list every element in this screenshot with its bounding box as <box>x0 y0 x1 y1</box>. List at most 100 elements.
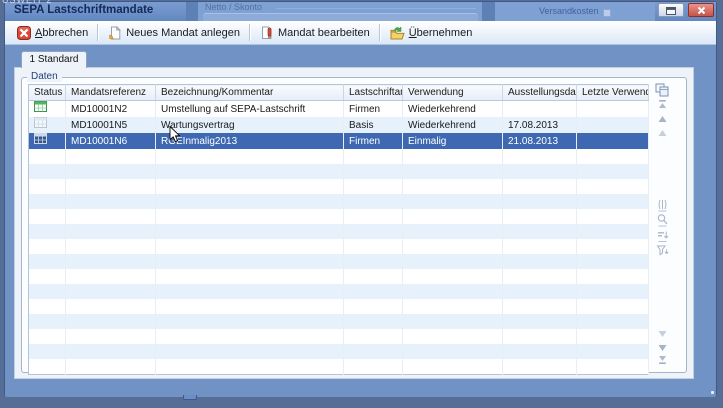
background-window-divider <box>482 2 495 21</box>
column-header-letzte-verwendung[interactable]: Letzte Verwendung <box>577 85 649 101</box>
table-row-empty <box>29 179 649 194</box>
close-icon <box>697 3 706 18</box>
table-cell-mandatsreferenz <box>66 194 156 209</box>
table-cell-lastschriftart: Basis <box>344 117 403 133</box>
table-cell-mandatsreferenz <box>66 284 156 299</box>
table-cell-ausstellungsdatum <box>503 269 577 284</box>
table-cell-ausstellungsdatum <box>503 314 577 329</box>
sort-button[interactable] <box>652 230 672 244</box>
search-button[interactable] <box>652 214 672 228</box>
table-cell-verwendung <box>403 329 503 344</box>
table-cell-bezeichnung <box>156 254 344 269</box>
table-cell-lastschriftart <box>344 344 403 359</box>
column-header-ausstellungsdatum[interactable]: Ausstellungsdatum <box>503 85 577 101</box>
row-up-button[interactable] <box>652 112 672 126</box>
table-cell-ausstellungsdatum <box>503 329 577 344</box>
table-cell-letzte_verwendung <box>577 117 649 133</box>
restore-icon <box>666 3 676 18</box>
resize-grip[interactable] <box>711 391 714 394</box>
column-header-lastschriftart[interactable]: Lastschriftart <box>344 85 403 101</box>
table-cell-verwendung <box>403 164 503 179</box>
table-cell-status <box>29 209 66 224</box>
table-cell-bezeichnung <box>156 164 344 179</box>
column-header-mandatsreferenz[interactable]: Mandatsreferenz <box>66 85 156 101</box>
table-cell-bezeichnung <box>156 329 344 344</box>
filter-button[interactable] <box>652 245 672 259</box>
table-cell-lastschriftart <box>344 224 403 239</box>
table-cell-ausstellungsdatum <box>503 149 577 164</box>
table-cell-verwendung <box>403 314 503 329</box>
table-cell-letzte_verwendung <box>577 164 649 179</box>
table-cell-ausstellungsdatum <box>503 194 577 209</box>
table-cell-verwendung: Wiederkehrend <box>403 101 503 118</box>
table-cell-mandatsreferenz: MD10001N2 <box>66 101 156 118</box>
table-row-empty <box>29 254 649 269</box>
tab-1-standard[interactable]: 1 Standard <box>21 51 87 68</box>
table-cell-ausstellungsdatum <box>503 359 577 375</box>
table-cell-mandatsreferenz <box>66 344 156 359</box>
table-cell-status <box>29 314 66 329</box>
table-row[interactable]: MD10001N6RGEInmalig2013FirmenEinmalig21.… <box>29 133 649 149</box>
table-cell-bezeichnung <box>156 179 344 194</box>
table-row[interactable]: MD10001N5WartungsvertragBasisWiederkehre… <box>29 117 649 133</box>
fit-columns-button[interactable] <box>652 199 672 213</box>
table-cell-mandatsreferenz <box>66 224 156 239</box>
column-header-status[interactable]: Status <box>29 85 66 101</box>
toolbar-button-neues-mandat-anlegen[interactable]: Neues Mandat anlegen <box>102 23 246 42</box>
table-cell-bezeichnung <box>156 314 344 329</box>
table-cell-status <box>29 299 66 314</box>
screen: USWEIT 2 SEPA Lastschriftmandate Netto /… <box>0 0 723 408</box>
toolbar-button-abbrechen[interactable]: Abbrechen <box>11 23 94 42</box>
table-cell-lastschriftart <box>344 239 403 254</box>
table-row-empty <box>29 194 649 209</box>
table-cell-ausstellungsdatum <box>503 239 577 254</box>
table-cell-letzte_verwendung <box>577 149 649 164</box>
table-cell-mandatsreferenz <box>66 149 156 164</box>
table-cell-mandatsreferenz <box>66 359 156 375</box>
table-row-empty <box>29 359 649 375</box>
table-body: MD10001N2Umstellung auf SEPA-Lastschrift… <box>29 101 649 375</box>
table-cell-lastschriftart <box>344 164 403 179</box>
column-header-bezeichnung-kommentar[interactable]: Bezeichnung/Kommentar <box>156 85 344 101</box>
table-cell-status <box>29 133 66 149</box>
background-label-text: Versandkosten <box>539 6 599 16</box>
toolbar-button-mandat-bearbeiten[interactable]: Mandat bearbeiten <box>254 23 376 42</box>
table-cell-verwendung <box>403 359 503 375</box>
copy-grid-button[interactable] <box>652 84 672 98</box>
scroll-top-button[interactable] <box>652 98 672 112</box>
table-cell-bezeichnung <box>156 269 344 284</box>
table-cell-lastschriftart: Firmen <box>344 133 403 149</box>
table-row-empty <box>29 269 649 284</box>
table-cell-bezeichnung <box>156 299 344 314</box>
table-cell-lastschriftart <box>344 359 403 375</box>
close-button[interactable] <box>688 3 714 17</box>
row-down-dim-button[interactable] <box>652 327 672 341</box>
table-cell-letzte_verwendung <box>577 329 649 344</box>
table-cell-mandatsreferenz <box>66 179 156 194</box>
table-cell-letzte_verwendung <box>577 179 649 194</box>
table-cell-verwendung <box>403 254 503 269</box>
table-cell-mandatsreferenz <box>66 299 156 314</box>
table-cell-bezeichnung <box>156 224 344 239</box>
toolbar-button-label: Neues Mandat anlegen <box>126 27 240 39</box>
table-cell-lastschriftart <box>344 284 403 299</box>
table-header: StatusMandatsreferenzBezeichnung/Komment… <box>29 85 649 101</box>
table-cell-mandatsreferenz <box>66 329 156 344</box>
toolbar-separator <box>97 24 99 41</box>
table-row[interactable]: MD10001N2Umstellung auf SEPA-Lastschrift… <box>29 101 649 118</box>
table-row-empty <box>29 209 649 224</box>
column-header-verwendung[interactable]: Verwendung <box>403 85 503 101</box>
row-up-dim-button[interactable] <box>652 126 672 140</box>
background-groupbox-label: Netto / Skonto <box>205 2 262 12</box>
restore-button[interactable] <box>658 3 684 17</box>
toolbar-button--bernehmen[interactable]: Übernehmen <box>384 23 479 42</box>
table-cell-ausstellungsdatum <box>503 209 577 224</box>
table-cell-status <box>29 194 66 209</box>
table-row-empty <box>29 299 649 314</box>
table-cell-letzte_verwendung <box>577 133 649 149</box>
toolbar-separator <box>379 24 381 41</box>
table-cell-ausstellungsdatum <box>503 254 577 269</box>
table-cell-letzte_verwendung <box>577 299 649 314</box>
table-cell-lastschriftart <box>344 194 403 209</box>
scroll-bottom-button[interactable] <box>652 353 672 367</box>
